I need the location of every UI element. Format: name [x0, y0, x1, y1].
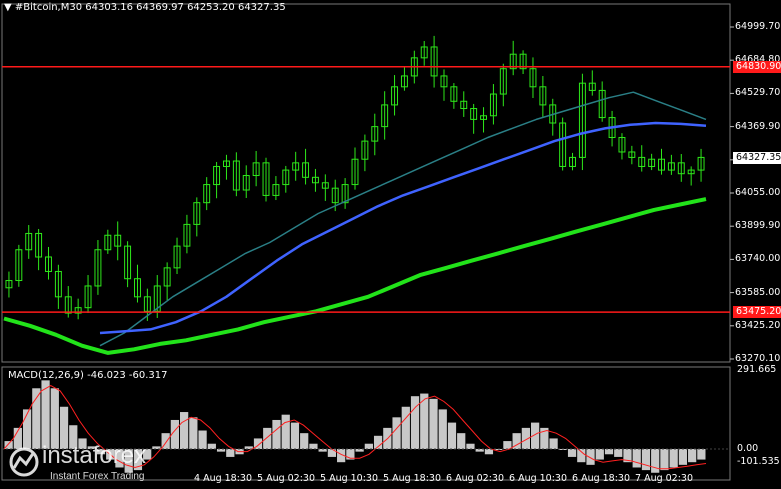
moving-average-line	[3, 197, 707, 355]
price-tick-label: 64369.90	[735, 120, 781, 132]
macd-histogram-bar	[632, 449, 641, 468]
time-tick-label: 5 Aug 18:30	[383, 473, 442, 484]
macd-histogram-bar	[198, 430, 207, 449]
brand-tagline: Instant Forex Trading	[50, 471, 145, 482]
macd-histogram-bar	[207, 443, 216, 449]
price-tick-label: 64055.00	[735, 187, 781, 198]
macd-histogram-bar	[604, 449, 614, 455]
moving-average-line	[99, 121, 707, 335]
ohlc-values: 64303.16 64369.97 64253.20 64327.35	[85, 2, 286, 13]
macd-histogram-bar	[503, 441, 512, 449]
macd-histogram-bar	[392, 417, 401, 449]
price-tick-label: 64529.70	[735, 87, 781, 99]
macd-header: MACD(12,26,9) -46.023 -60.317	[8, 370, 168, 382]
macd-histogram-bar	[641, 449, 651, 471]
macd-tick-label: 291.665	[737, 364, 777, 375]
macd-histogram-bar	[586, 449, 595, 465]
macd-histogram-bar	[688, 449, 697, 463]
macd-histogram-bar	[410, 396, 420, 449]
symbol-label: #Bitcoin,M30	[14, 2, 83, 13]
macd-values: -46.023 -60.317	[87, 370, 168, 381]
macd-histogram-bar	[272, 419, 281, 449]
time-tick-label: 6 Aug 02:30	[446, 473, 505, 484]
macd-histogram-bar	[226, 449, 235, 457]
macd-histogram-bar	[300, 433, 309, 449]
instaforex-logo: instaforex Instant Forex Trading	[6, 442, 186, 489]
price-tick-label: 63740.00	[735, 253, 781, 265]
current-price-tag: 64327.35	[733, 151, 781, 164]
price-pane-frame	[1, 3, 731, 363]
chart-window: ▼ #Bitcoin,M30 64303.16 64369.97 64253.2…	[0, 0, 781, 489]
macd-histogram-bar	[309, 443, 318, 449]
time-tick-label: 6 Aug 18:30	[572, 473, 631, 484]
macd-histogram-bar	[669, 449, 678, 468]
macd-histogram-bar	[457, 433, 466, 449]
macd-histogram-bar	[327, 449, 337, 457]
macd-histogram-bar	[678, 449, 688, 465]
price-tick-label: 63425.20	[735, 319, 781, 331]
time-tick-label: 7 Aug 02:30	[635, 473, 694, 484]
macd-histogram-bar	[401, 406, 410, 449]
macd-histogram-bar	[447, 422, 457, 449]
time-tick-label: 5 Aug 02:30	[257, 473, 316, 484]
macd-histogram-bar	[189, 417, 198, 449]
price-tick-label: 64999.70	[735, 21, 781, 32]
macd-histogram-bar	[466, 443, 475, 449]
macd-histogram-bar	[429, 398, 438, 449]
chart-header: ▼ #Bitcoin,M30 64303.16 64369.97 64253.2…	[4, 2, 286, 14]
price-tick-label: 63899.90	[735, 220, 781, 232]
resistance-price-tag: 64830.90	[733, 60, 781, 73]
collapse-arrow-icon[interactable]: ▼	[4, 2, 12, 13]
price-tick-label: 63585.00	[735, 286, 781, 298]
macd-histogram-bar	[614, 449, 623, 457]
macd-histogram-bar	[263, 427, 272, 449]
macd-histogram-bar	[577, 449, 586, 463]
price-tick-label: 63270.10	[735, 353, 781, 364]
macd-histogram-bar	[364, 443, 373, 449]
macd-histogram-bar	[50, 388, 59, 449]
macd-histogram-bar	[290, 422, 300, 449]
time-tick-label: 4 Aug 18:30	[194, 473, 253, 484]
macd-histogram-bar	[697, 449, 706, 460]
macd-histogram-bar	[438, 409, 447, 449]
support-price-tag: 63475.20	[733, 306, 781, 319]
time-tick-label: 6 Aug 10:30	[509, 473, 568, 484]
macd-histogram-bar	[651, 449, 660, 473]
time-tick-label: 5 Aug 10:30	[320, 473, 379, 484]
macd-histogram-bar	[281, 414, 290, 449]
macd-tick-label: 0.00	[737, 443, 759, 454]
macd-histogram-bar	[567, 449, 577, 457]
macd-histogram-bar	[595, 449, 604, 460]
chart-canvas	[1, 3, 734, 481]
macd-label: MACD(12,26,9)	[8, 370, 84, 381]
macd-tick-label: -101.535	[737, 456, 780, 467]
macd-histogram-bar	[660, 449, 669, 471]
brand-name: instaforex	[42, 442, 147, 469]
macd-histogram-bar	[549, 438, 558, 449]
